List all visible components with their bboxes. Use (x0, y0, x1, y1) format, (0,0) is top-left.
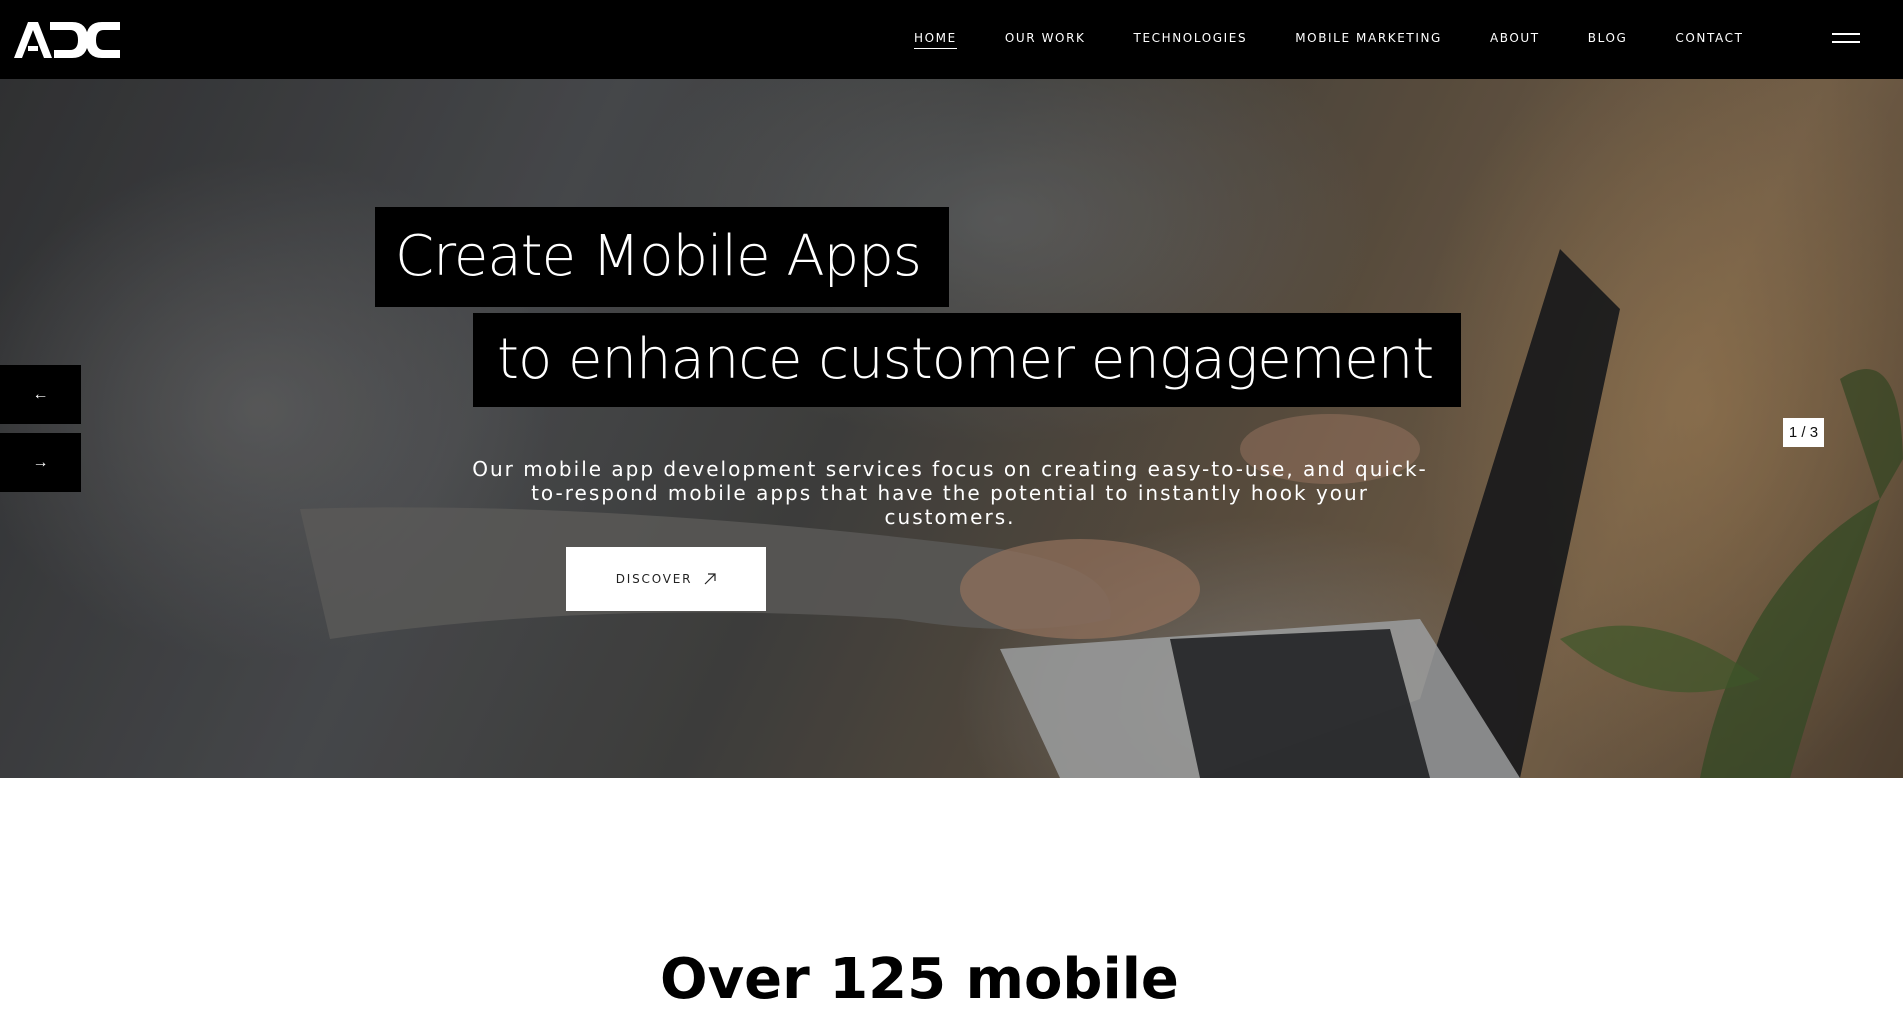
main-nav: HOME OUR WORK TECHNOLOGIES MOBILE MARKET… (914, 0, 1792, 79)
hero-background-image (0, 79, 1903, 778)
arrow-left-icon: ← (32, 385, 49, 403)
nav-about[interactable]: ABOUT (1490, 31, 1540, 48)
section-heading: Over 125 mobile (660, 947, 1179, 1012)
nav-home[interactable]: HOME (914, 31, 957, 49)
nav-blog[interactable]: BLOG (1588, 31, 1628, 48)
hamburger-icon[interactable] (1832, 33, 1860, 45)
nav-our-work[interactable]: OUR WORK (1005, 31, 1086, 48)
nav-mobile-marketing[interactable]: MOBILE MARKETING (1295, 31, 1442, 48)
slide-counter: 1 / 3 (1783, 418, 1824, 447)
hero-slider: Create Mobile Apps to enhance customer e… (0, 79, 1903, 778)
adc-logo[interactable] (12, 20, 120, 60)
discover-button-label: DISCOVER (615, 572, 693, 586)
discover-button[interactable]: DISCOVER (566, 547, 766, 611)
hero-headline-line2: to enhance customer engagement (473, 313, 1462, 407)
nav-technologies[interactable]: TECHNOLOGIES (1134, 31, 1248, 48)
arrow-up-right-icon (704, 573, 716, 585)
arrow-right-icon: → (32, 453, 49, 471)
hero-subtitle: Our mobile app development services focu… (472, 457, 1428, 529)
slider-next-button[interactable]: → (0, 433, 81, 492)
top-navigation-bar: HOME OUR WORK TECHNOLOGIES MOBILE MARKET… (0, 0, 1903, 79)
slider-prev-button[interactable]: ← (0, 365, 81, 424)
nav-contact[interactable]: CONTACT (1675, 31, 1743, 48)
hero-headline-line1: Create Mobile Apps (375, 207, 949, 307)
